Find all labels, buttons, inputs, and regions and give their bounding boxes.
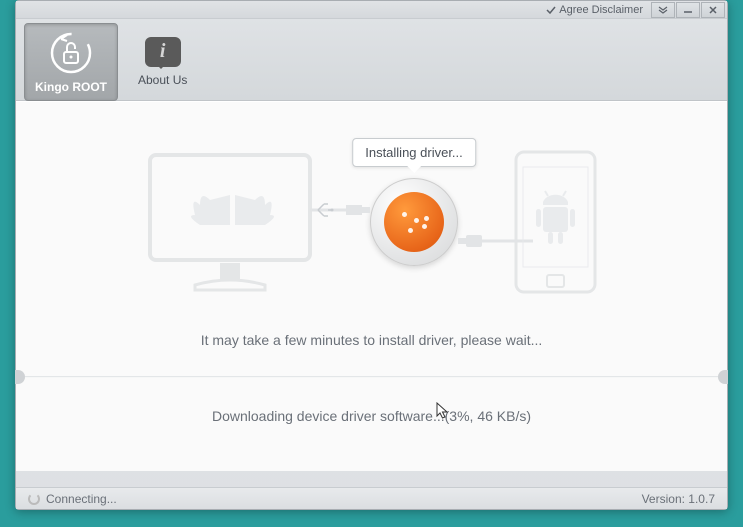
dropdown-icon — [658, 6, 668, 14]
close-button[interactable] — [701, 2, 725, 18]
titlebar: Agree Disclaimer — [16, 1, 727, 19]
connection-orb: Installing driver... — [370, 178, 458, 266]
kingo-root-tab[interactable]: Kingo ROOT — [24, 23, 118, 101]
status-text: Connecting... — [46, 492, 117, 506]
tooltip-text: Installing driver... — [365, 145, 463, 160]
app-window: Agree Disclaimer — [15, 0, 728, 510]
usb-cable-icon — [310, 198, 370, 228]
agree-disclaimer-link[interactable]: Agree Disclaimer — [546, 4, 643, 16]
minimize-button[interactable] — [676, 2, 700, 18]
spinner-icon — [28, 493, 40, 505]
wait-message: It may take a few minutes to install dri… — [16, 332, 727, 348]
agree-label: Agree Disclaimer — [559, 4, 643, 16]
version-value: 1.0.7 — [688, 492, 715, 506]
illustration-row: Installing driver... — [16, 102, 727, 312]
content-area: Installing driver... — [16, 101, 727, 471]
close-icon — [708, 6, 718, 14]
divider — [16, 376, 727, 378]
lock-icon — [50, 32, 92, 74]
status-left: Connecting... — [28, 492, 117, 506]
tooltip: Installing driver... — [352, 138, 476, 167]
about-us-tab[interactable]: i About Us — [138, 37, 187, 87]
checkmark-icon — [546, 5, 556, 15]
phone-icon — [508, 147, 603, 297]
download-status: Downloading device driver software...(3%… — [16, 408, 727, 424]
window-buttons — [651, 2, 725, 18]
toolbar: Kingo ROOT i About Us — [16, 19, 727, 101]
dropdown-button[interactable] — [651, 2, 675, 18]
about-us-label: About Us — [138, 73, 187, 87]
statusbar: Connecting... Version: 1.0.7 — [16, 487, 727, 509]
version-info: Version: 1.0.7 — [642, 492, 715, 506]
version-label: Version: — [642, 492, 685, 506]
info-icon: i — [145, 37, 181, 67]
computer-icon — [140, 145, 320, 300]
minimize-icon — [683, 6, 693, 14]
kingo-root-label: Kingo ROOT — [35, 80, 107, 94]
